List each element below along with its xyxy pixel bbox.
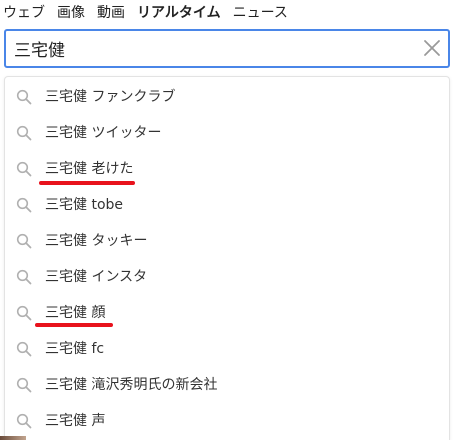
clear-button[interactable] [422, 38, 442, 58]
search-type-tabs: ウェブ 画像 動画 リアルタイム ニュース [0, 0, 300, 26]
suggestion-item[interactable]: 三宅健 tobe [5, 187, 449, 223]
search-icon [16, 413, 32, 429]
tab-news[interactable]: ニュース [233, 0, 288, 26]
tab-images[interactable]: 画像 [57, 0, 85, 26]
suggestion-text: 三宅健 滝沢秀明氏の新会社 [45, 377, 218, 393]
suggestion-item[interactable]: 三宅健 タッキー [5, 223, 449, 259]
search-input[interactable] [14, 31, 414, 66]
suggestion-text: 三宅健 ファンクラブ [45, 89, 176, 105]
search-icon [16, 89, 32, 105]
red-underline-annotation [35, 323, 113, 327]
background-image-edge [0, 436, 26, 440]
suggestion-item[interactable]: 三宅健 ファンクラブ [5, 79, 449, 115]
search-box [4, 29, 450, 68]
close-icon [424, 40, 440, 56]
tab-web[interactable]: ウェブ [3, 0, 45, 26]
suggestion-text: 三宅健 声 [45, 413, 106, 429]
search-icon [16, 161, 32, 177]
suggestion-text: 三宅健 ツイッター [45, 125, 162, 141]
suggestion-list: 三宅健 ファンクラブ 三宅健 ツイッター 三宅健 老けた 三宅健 tobe 三宅… [4, 76, 450, 440]
suggestion-text: 三宅健 タッキー [45, 233, 148, 249]
suggestion-item[interactable]: 三宅健 声 [5, 403, 449, 439]
search-icon [16, 269, 32, 285]
search-icon [16, 197, 32, 213]
suggestion-text: 三宅健 インスタ [45, 269, 148, 285]
suggestion-item[interactable]: 三宅健 滝沢秀明氏の新会社 [5, 367, 449, 403]
search-icon [16, 233, 32, 249]
search-icon [16, 377, 32, 393]
suggestion-item[interactable]: 三宅健 インスタ [5, 259, 449, 295]
search-icon [16, 341, 32, 357]
tab-videos[interactable]: 動画 [97, 0, 125, 26]
suggestion-item[interactable]: 三宅健 fc [5, 331, 449, 367]
red-underline-annotation [39, 181, 135, 185]
tab-realtime[interactable]: リアルタイム [137, 0, 221, 26]
suggestion-item[interactable]: 三宅健 ツイッター [5, 115, 449, 151]
suggestion-text: 三宅健 fc [45, 341, 105, 357]
search-icon [16, 125, 32, 141]
suggestion-text: 三宅健 tobe [45, 197, 124, 213]
search-page: ウェブ 画像 動画 リアルタイム ニュース 三宅健 ファンクラブ [0, 0, 453, 440]
search-icon [16, 305, 32, 321]
